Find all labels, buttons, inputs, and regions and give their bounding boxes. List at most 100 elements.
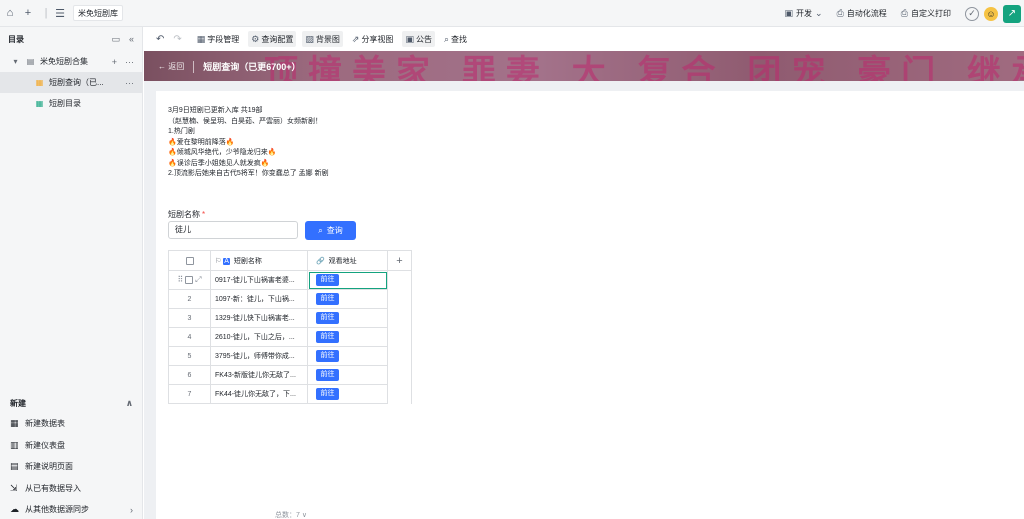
chevron-down-icon: ⌄ bbox=[815, 8, 823, 18]
find-button[interactable]: ⌕ 查找 bbox=[441, 31, 470, 47]
new-doc-item[interactable]: ▤ 新建说明页面 bbox=[0, 456, 143, 478]
go-button[interactable]: 前往 bbox=[316, 369, 339, 381]
expand-icon[interactable]: ⤢ bbox=[195, 275, 201, 284]
print-icon: ⎙ bbox=[900, 8, 908, 18]
more-icon[interactable]: ··· bbox=[125, 78, 134, 88]
go-button[interactable]: 前往 bbox=[316, 331, 339, 343]
cell-name[interactable]: 1329-徒儿快下山祸害老... bbox=[210, 308, 308, 328]
go-button[interactable]: 前往 bbox=[316, 388, 339, 400]
cell-url[interactable]: 前往 bbox=[307, 365, 388, 385]
new-dashboard-label: 新建仪表盘 bbox=[25, 440, 65, 450]
row-checkbox[interactable] bbox=[185, 276, 194, 285]
cell-name[interactable]: 0917-徒儿下山祸害老婆... bbox=[210, 270, 308, 290]
table-row[interactable]: 6 FK43-新版徒儿你无敌了... 前往 bbox=[168, 365, 412, 385]
notice-line: 🔥误诊后季小姐她见人就发疯🔥 bbox=[168, 159, 270, 167]
back-link[interactable]: ← 返回 bbox=[158, 61, 184, 72]
query-button[interactable]: ⌕ 查询 bbox=[305, 221, 356, 240]
table-row[interactable]: ⠿ ⤢ 0917-徒儿下山祸害老婆... 前往 bbox=[168, 270, 412, 290]
breadcrumb[interactable]: 米免短剧库 bbox=[73, 5, 123, 21]
text-field-icon: A bbox=[223, 257, 230, 265]
add-column-button[interactable]: + bbox=[387, 250, 412, 271]
field-icon: ▦ bbox=[196, 33, 206, 44]
go-button[interactable]: 前往 bbox=[316, 350, 339, 362]
link-icon: 🔗 bbox=[316, 257, 325, 265]
cell-url[interactable]: 前往 bbox=[307, 308, 388, 328]
automation-link[interactable]: ⎙ 自动化流程 bbox=[837, 8, 887, 19]
record-count[interactable]: 总数：7 ∨ bbox=[275, 510, 307, 519]
sync-label: 从其他数据源同步 bbox=[25, 505, 89, 515]
sidebar-root-label: 米免短剧合集 bbox=[40, 57, 88, 66]
query-button-label: 查询 bbox=[326, 226, 343, 235]
table-row[interactable]: 3 1329-徒儿快下山祸害老... 前往 bbox=[168, 308, 412, 328]
caret-down-icon: ▾ bbox=[13, 57, 18, 66]
field-manage-button[interactable]: ▦ 字段管理 bbox=[194, 31, 243, 47]
import-item[interactable]: ⇲ 从已有数据导入 bbox=[0, 478, 143, 500]
plus-icon[interactable]: + bbox=[21, 6, 35, 20]
query-config-button[interactable]: ⚙ 查询配置 bbox=[248, 31, 297, 47]
undo-icon[interactable]: ↶ bbox=[156, 34, 164, 45]
select-all-cell[interactable] bbox=[168, 250, 211, 271]
table-icon: ▦ bbox=[10, 418, 19, 429]
cell-url[interactable]: 前往 bbox=[307, 346, 388, 366]
announcement-button[interactable]: ▣ 公告 bbox=[402, 31, 435, 47]
query-field-label: 短剧名称 * bbox=[168, 209, 205, 220]
table-row[interactable]: 2 1097-新：徒儿，下山祸... 前往 bbox=[168, 289, 412, 309]
cell-name[interactable]: FK44-徒儿你无敌了，下... bbox=[210, 384, 308, 404]
divider: | bbox=[44, 7, 48, 19]
cell-name[interactable]: 2610-徒儿，下山之后，... bbox=[210, 327, 308, 347]
go-button[interactable]: 前往 bbox=[316, 293, 339, 305]
share-view-button[interactable]: ⇗ 分享视图 bbox=[349, 31, 397, 47]
cell-url[interactable]: 前往 bbox=[307, 327, 388, 347]
status-icon[interactable]: ✓ bbox=[965, 6, 979, 21]
top-bar: ⌂ + | ☰ 米免短剧库 ▣ 开发 ⌄ ⎙ 自动化流程 ⎙ 自定义打印 ✓ ☺… bbox=[0, 0, 1024, 27]
sidebar-item-catalog[interactable]: ▦ 短剧目录 bbox=[0, 93, 142, 114]
table-row[interactable]: 5 3795-徒儿，师傅带你成... 前往 bbox=[168, 346, 412, 366]
redo-icon[interactable]: ↷ bbox=[173, 34, 181, 45]
content-area: 3月9日短剧已更新入库 共19部 （赵慧楠、侯呈玥、白昊茹、严雲丽）女频新剧！ … bbox=[144, 81, 1024, 519]
go-button[interactable]: 前往 bbox=[316, 274, 339, 286]
notice-line: 3月9日短剧已更新入库 共19部 bbox=[168, 107, 263, 114]
home-icon[interactable]: ⌂ bbox=[3, 6, 17, 20]
dev-menu[interactable]: ▣ 开发 ⌄ bbox=[785, 8, 823, 19]
table-row[interactable]: 4 2610-徒儿，下山之后，... 前往 bbox=[168, 327, 412, 347]
new-table-item[interactable]: ▦ 新建数据表 bbox=[0, 413, 143, 435]
notice-line: 🔥爱在黎明前降落🔥 bbox=[168, 138, 235, 146]
more-icon[interactable]: ··· bbox=[125, 57, 134, 67]
column-header-url[interactable]: 🔗 观看地址 bbox=[307, 250, 388, 271]
table-row[interactable]: 7 FK44-徒儿你无敌了，下... 前往 bbox=[168, 384, 412, 404]
share-button[interactable]: ↗ bbox=[1003, 4, 1021, 23]
column-header-name[interactable]: ⚐ A 短剧名称 bbox=[210, 250, 308, 271]
query-config-label: 查询配置 bbox=[261, 34, 294, 44]
row-index: 6 bbox=[168, 365, 211, 385]
custom-print-link[interactable]: ⎙ 自定义打印 bbox=[901, 8, 951, 19]
create-title-text: 新建 bbox=[10, 398, 26, 408]
cell-name[interactable]: FK43-新版徒儿你无敌了... bbox=[210, 365, 308, 385]
cell-name[interactable]: 3795-徒儿，师傅带你成... bbox=[210, 346, 308, 366]
avatar[interactable]: ☺ bbox=[984, 6, 998, 21]
add-icon[interactable]: + bbox=[112, 57, 117, 67]
cell-url[interactable]: 前往 bbox=[307, 384, 388, 404]
search-input[interactable]: 徒儿 bbox=[168, 221, 298, 239]
announcement-label: 公告 bbox=[415, 34, 432, 44]
menu-icon[interactable]: ☰ bbox=[53, 6, 67, 20]
drag-handle-icon[interactable]: ⠿ bbox=[177, 275, 183, 284]
topbar-actions: ▣ 开发 ⌄ ⎙ 自动化流程 ⎙ 自定义打印 ✓ ☺ ↗ bbox=[785, 0, 1024, 27]
row-controls[interactable]: ⠿ ⤢ bbox=[168, 270, 211, 290]
cell-url[interactable]: 前往 bbox=[307, 270, 388, 290]
background-button[interactable]: ▨ 背景图 bbox=[302, 31, 343, 47]
collapse-icon[interactable]: « bbox=[129, 34, 134, 45]
sync-item[interactable]: ☁ 从其他数据源同步 › bbox=[0, 499, 143, 519]
table-header: ⚐ A 短剧名称 🔗 观看地址 + bbox=[168, 250, 412, 271]
new-dashboard-item[interactable]: ▥ 新建仪表盘 bbox=[0, 435, 143, 457]
custom-print-label: 自定义打印 bbox=[911, 9, 951, 18]
sidebar-title: 目录 bbox=[8, 34, 24, 44]
sidebar-item-query[interactable]: ▦ 短剧查询（已... ··· bbox=[0, 72, 142, 93]
sidebar-root[interactable]: ▾ ▤ 米免短剧合集 + ··· bbox=[0, 51, 142, 72]
flag-icon: ⚐ bbox=[215, 257, 222, 265]
cell-url[interactable]: 前往 bbox=[307, 289, 388, 309]
create-section-title[interactable]: 新建 ∧ bbox=[0, 393, 143, 413]
go-button[interactable]: 前往 bbox=[316, 312, 339, 324]
select-all-checkbox[interactable] bbox=[185, 256, 194, 265]
cell-name[interactable]: 1097-新：徒儿，下山祸... bbox=[210, 289, 308, 309]
layout-icon[interactable]: ▭ bbox=[111, 34, 120, 45]
